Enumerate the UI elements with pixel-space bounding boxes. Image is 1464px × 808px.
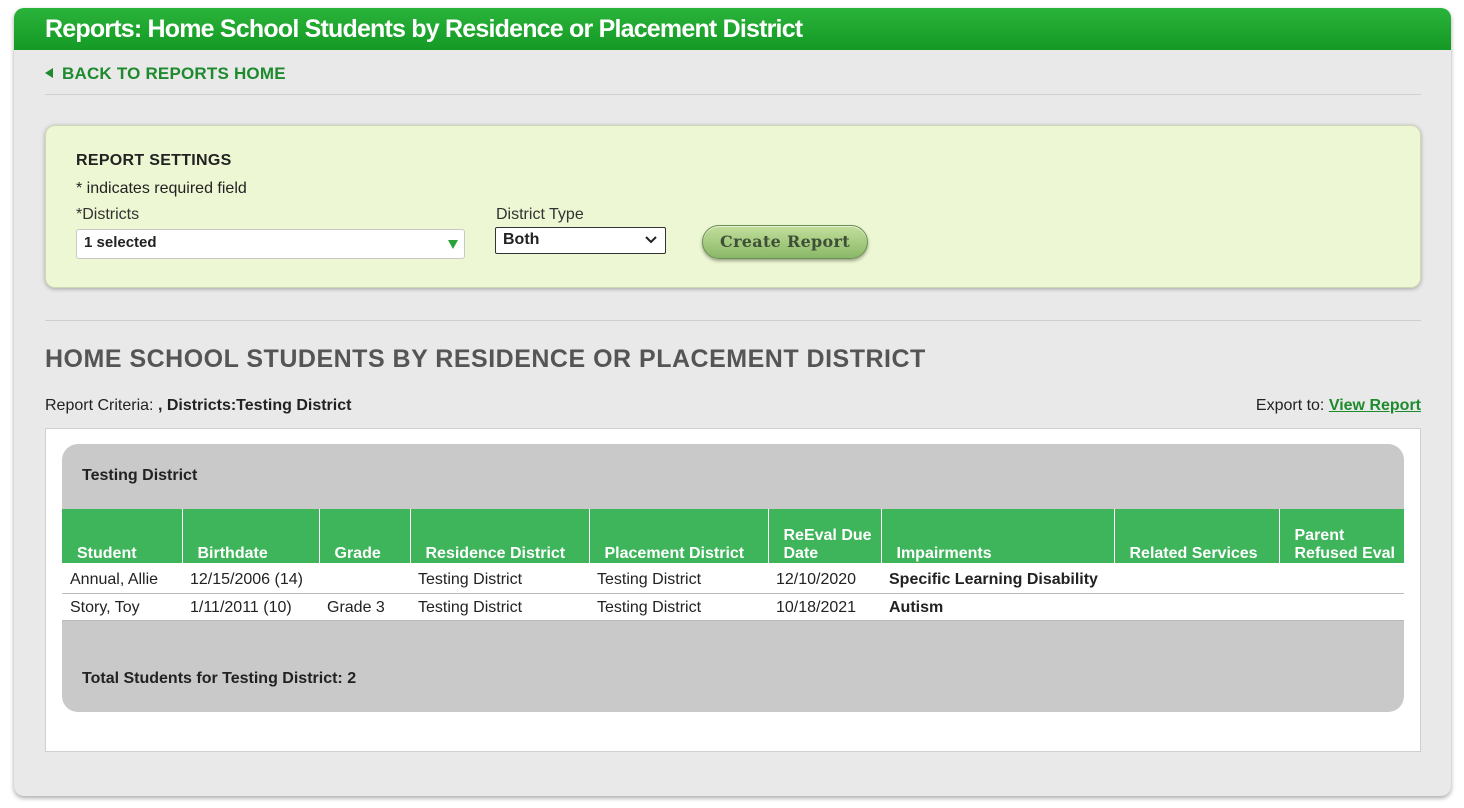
settings-heading: REPORT SETTINGS [76,152,232,169]
back-arrow-icon [45,68,53,78]
back-link-label: BACK TO REPORTS HOME [62,64,286,83]
table-header-row: Student Birthdate Grade Residence Distri… [62,509,1404,563]
related-services-cell [1114,563,1279,594]
column-header[interactable]: Grade [318,509,410,563]
placement-cell: Testing District [589,593,768,621]
report-table: Student Birthdate Grade Residence Distri… [62,509,1404,621]
birthdate-cell: 12/15/2006 (14) [182,563,319,594]
column-header[interactable]: Impairments [880,509,1114,563]
page-title: Reports: Home School Students by Residen… [14,8,1451,50]
criteria-value: , Districts:Testing District [157,397,352,414]
column-header[interactable]: Related Services [1113,509,1279,563]
grade-cell: Grade 3 [319,593,410,621]
parent-refused-cell [1279,563,1404,594]
group-name: Testing District [82,467,198,484]
column-header[interactable]: Student [62,509,182,563]
district-group: Testing District Student Birthdate Grade… [62,444,1404,712]
table-row: Story, Toy 1/11/2011 (10) Grade 3 Testin… [62,593,1404,621]
column-header[interactable]: Parent Refused Eval [1278,509,1404,563]
column-header[interactable]: ReEval Due Date [767,509,881,563]
back-to-reports-link[interactable]: BACK TO REPORTS HOME [45,64,286,84]
required-note: * indicates required field [76,180,247,197]
column-header[interactable]: Residence District [409,509,589,563]
district-type-select[interactable]: Both [495,227,666,254]
grade-cell [319,563,410,594]
residence-cell: Testing District [410,593,589,621]
birthdate-cell: 1/11/2011 (10) [182,593,319,621]
chevron-down-icon [645,236,657,244]
student-cell: Annual, Allie [62,563,182,594]
reeval-cell: 12/10/2020 [768,563,881,594]
total-students: Total Students for Testing District: 2 [82,670,357,687]
view-report-link[interactable]: View Report [1329,397,1421,414]
districts-selected-value: 1 selected [84,234,157,251]
report-panel: Reports: Home School Students by Residen… [14,8,1451,796]
export-section: Export to: View Report [1256,397,1421,415]
placement-cell: Testing District [589,563,768,594]
create-report-button[interactable]: Create Report [702,225,868,259]
report-criteria: Report Criteria: , Districts:Testing Dis… [45,397,351,415]
export-label: Export to: [1255,397,1325,414]
impairments-cell: Autism [881,593,1114,621]
districts-label-text: Districts [82,206,140,223]
district-type-label: District Type [496,206,584,223]
impairments-cell: Specific Learning Disability [881,563,1114,594]
student-cell: Story, Toy [62,593,182,621]
related-services-cell [1114,593,1279,621]
criteria-label: Report Criteria: [45,397,154,414]
dropdown-arrow-icon [448,240,458,249]
column-header[interactable]: Placement District [588,509,768,563]
parent-refused-cell [1279,593,1404,621]
report-output: Testing District Student Birthdate Grade… [45,428,1421,752]
reeval-cell: 10/18/2021 [768,593,881,621]
divider [45,94,1421,95]
table-row: Annual, Allie 12/15/2006 (14) Testing Di… [62,563,1404,594]
report-title: HOME SCHOOL STUDENTS BY RESIDENCE OR PLA… [45,345,926,373]
report-settings-box: REPORT SETTINGS * indicates required fie… [45,125,1421,288]
column-header[interactable]: Birthdate [181,509,319,563]
residence-cell: Testing District [410,563,589,594]
district-type-value: Both [503,231,540,248]
districts-label: *Districts [76,206,139,224]
divider [45,320,1421,321]
districts-multiselect[interactable]: 1 selected [76,229,465,259]
